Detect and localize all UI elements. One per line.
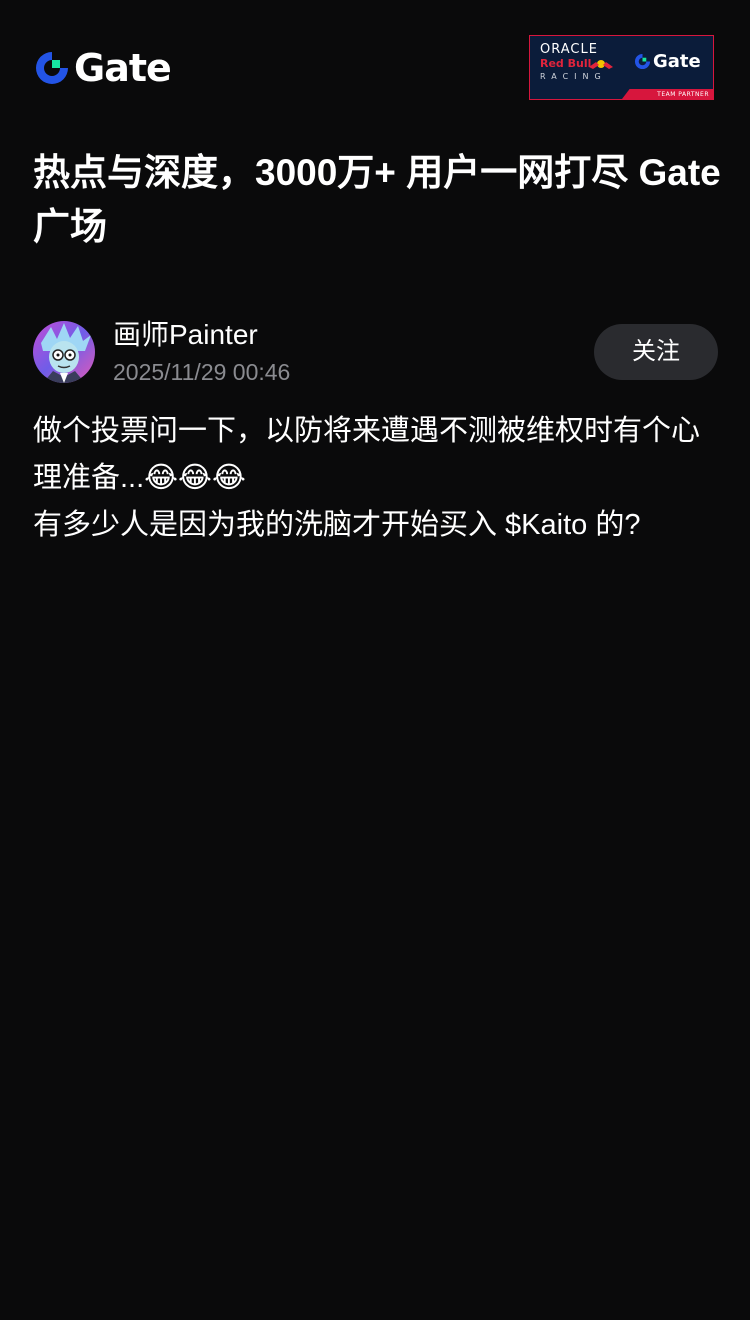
app-header: Gate ORACLE Red Bull RACING Gate TEAM PA… bbox=[0, 0, 750, 120]
post-body: 做个投票问一下，以防将来遭遇不测被维权时有个心理准备...😂😂😂 有多少人是因为… bbox=[33, 408, 723, 549]
gate-logo[interactable]: Gate bbox=[34, 46, 172, 90]
follow-button[interactable]: 关注 bbox=[594, 324, 718, 380]
badge-strip-text: TEAM PARTNER bbox=[657, 91, 709, 98]
badge-redbull-text: Red Bull bbox=[540, 57, 592, 70]
badge-racing-text: RACING bbox=[540, 72, 607, 81]
gate-logo-icon bbox=[634, 53, 651, 70]
gate-logo-icon bbox=[36, 52, 68, 84]
page-headline: 热点与深度，3000万+ 用户一网打尽 Gate 广场 bbox=[33, 152, 721, 247]
badge-gate-text: Gate bbox=[653, 51, 701, 72]
badge-strip: TEAM PARTNER bbox=[622, 89, 713, 99]
avatar-image bbox=[33, 321, 95, 383]
post-body-line: 做个投票问一下，以防将来遭遇不测被维权时有个心理准备...😂😂😂 bbox=[33, 415, 701, 494]
post-timestamp: 2025/11/29 00:46 bbox=[113, 359, 291, 385]
logo-text: Gate bbox=[74, 46, 172, 90]
post-body-line: 有多少人是因为我的洗脑才开始买入 $Kaito 的? bbox=[33, 509, 641, 541]
author-name[interactable]: 画师Painter bbox=[113, 318, 258, 352]
badge-oracle-text: ORACLE bbox=[540, 42, 598, 57]
badge-gate-logo: Gate bbox=[634, 51, 701, 72]
avatar[interactable] bbox=[33, 321, 95, 383]
red-bull-icon bbox=[589, 60, 613, 69]
team-partner-badge[interactable]: ORACLE Red Bull RACING Gate TEAM PARTNER bbox=[529, 35, 714, 100]
